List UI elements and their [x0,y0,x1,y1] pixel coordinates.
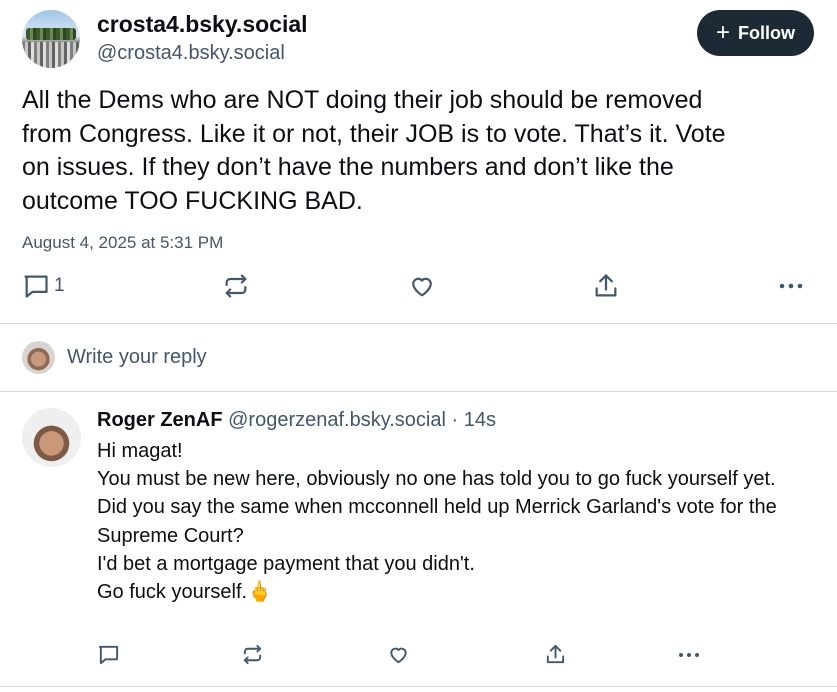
share-action[interactable] [592,272,620,300]
follow-label: Follow [738,22,795,43]
reply-author-handle[interactable]: @rogerzenaf.bsky.social [228,409,446,431]
reply-time[interactable]: · 14s [452,409,496,431]
author-avatar[interactable] [22,10,80,68]
reply-line: Did you say the same when mcconnell held… [97,496,777,547]
share-icon [592,272,620,300]
more-action[interactable] [776,272,806,300]
heart-icon [408,272,436,300]
ellipsis-icon [676,643,702,666]
follow-button[interactable]: + Follow [697,10,814,56]
divider [0,323,837,324]
reply-action[interactable]: 1 [22,272,65,300]
repost-action[interactable] [222,272,250,300]
reply-share-action[interactable] [544,643,567,666]
reply-line: Go fuck yourself.🖕 [97,581,272,604]
reply-text: Hi magat! You must be new here, obviousl… [97,437,817,606]
author-handle[interactable]: @crosta4.bsky.social [97,42,285,65]
repost-icon [241,643,264,666]
author-name[interactable]: crosta4.bsky.social [97,11,308,38]
reply-line: Hi magat! [97,440,183,462]
post-text: All the Dems who are NOT doing their job… [22,86,726,215]
reply-author-avatar[interactable] [22,408,81,467]
reply-repost-action[interactable] [241,643,264,666]
heart-icon [387,643,410,666]
reply-line: I'd bet a mortgage payment that you didn… [97,552,475,575]
plus-icon: + [715,19,730,46]
reply-header: Roger ZenAF @rogerzenaf.bsky.social · 14… [97,409,496,432]
ellipsis-icon [776,272,806,300]
reply-reply-action[interactable] [97,643,120,666]
reply-like-action[interactable] [387,643,410,666]
speech-bubble-icon [22,272,50,300]
reply-more-action[interactable] [676,643,702,666]
reply-input[interactable]: Write your reply [67,346,207,369]
speech-bubble-icon [97,643,120,666]
reply-line: You must be new here, obviously no one h… [97,468,776,491]
current-user-avatar [22,341,55,374]
divider [0,391,837,392]
post-date[interactable]: August 4, 2025 at 5:31 PM [22,233,223,253]
reply-count: 1 [54,275,65,296]
share-icon [544,643,567,666]
like-action[interactable] [408,272,436,300]
reply-author-name[interactable]: Roger ZenAF [97,409,223,431]
repost-icon [222,272,250,300]
divider [0,686,837,687]
